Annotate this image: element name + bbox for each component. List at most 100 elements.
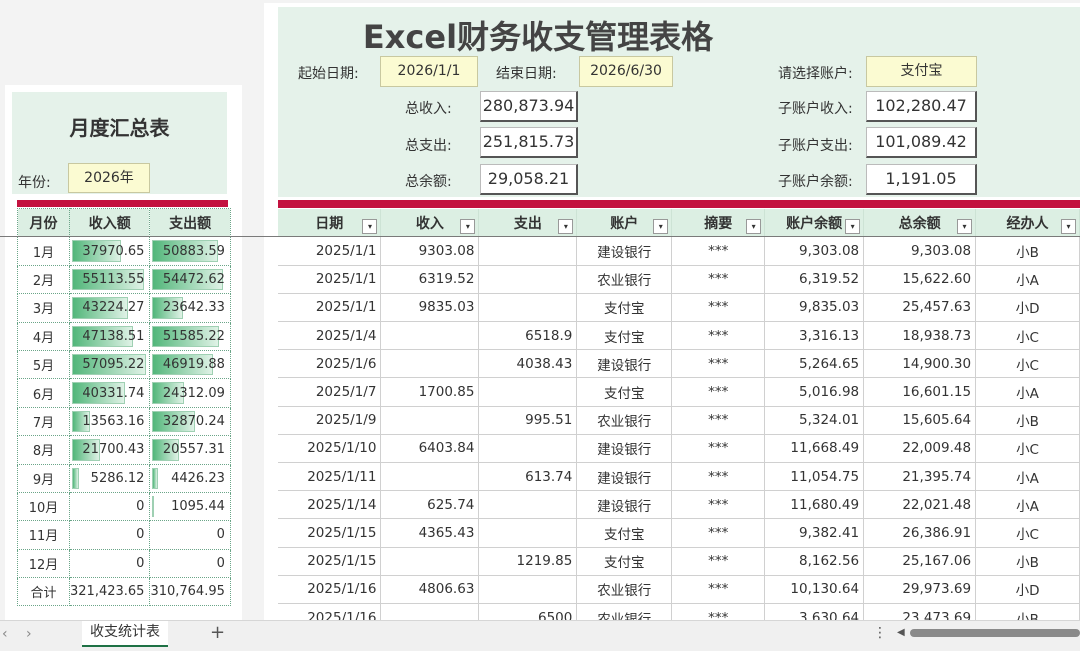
start-date-input[interactable]: 2026/1/1 [380,56,478,87]
cell-total-balance[interactable]: 29,973.69 [863,575,977,604]
end-date-input[interactable]: 2026/6/30 [579,56,673,87]
header-month[interactable]: 月份 [17,207,70,238]
month-cell[interactable]: 3月 [17,293,70,323]
expense-cell[interactable]: 4426.23 [149,463,231,493]
column-header-account[interactable]: 账户 ▾ [576,209,673,237]
cell-handler[interactable]: 小C [975,321,1080,351]
cell-total-balance[interactable]: 26,386.91 [863,518,977,548]
column-header-expense[interactable]: 支出 ▾ [478,209,578,237]
month-cell[interactable]: 7月 [17,406,70,437]
sub-expense-value[interactable]: 101,089.42 [866,127,977,158]
income-cell[interactable]: 21700.43 [68,435,151,465]
cell-account[interactable]: 建设银行 [576,490,673,520]
cell-summary[interactable]: *** [671,434,766,464]
cell-account[interactable]: 支付宝 [576,321,673,351]
expense-cell[interactable]: 50883.59 [149,236,231,266]
cell-income[interactable]: 9835.03 [380,293,480,323]
cell-date[interactable]: 2025/1/10 [278,434,382,464]
cell-date[interactable]: 2025/1/9 [278,406,382,435]
expense-cell[interactable]: 0 [149,520,231,550]
cell-expense[interactable]: 1219.85 [478,547,578,576]
cell-date[interactable]: 2025/1/6 [278,349,382,379]
cell-summary[interactable]: *** [671,377,766,407]
cell-expense[interactable] [478,490,578,520]
cell-account[interactable]: 支付宝 [576,518,673,548]
cell-account[interactable]: 农业银行 [576,265,673,294]
more-vertical-icon[interactable]: ⋮ [873,625,887,641]
cell-summary[interactable]: *** [671,237,766,266]
cell-total-balance[interactable]: 15,622.60 [863,265,977,294]
filter-dropdown-icon[interactable]: ▾ [362,219,378,234]
cell-account-balance[interactable]: 11,668.49 [764,434,865,464]
cell-account-balance[interactable]: 3,316.13 [764,321,865,351]
expense-cell[interactable]: 54472.62 [149,264,231,295]
column-header-total-balance[interactable]: 总余额 ▾ [863,209,977,237]
expense-cell[interactable]: 0 [149,548,231,579]
filter-dropdown-icon[interactable]: ▾ [746,219,762,234]
cell-summary[interactable]: *** [671,293,766,323]
expense-cell[interactable]: 51585.22 [149,321,231,351]
account-select[interactable]: 支付宝 [866,56,977,87]
month-cell[interactable]: 9月 [17,463,70,493]
income-cell[interactable]: 55113.55 [68,264,151,295]
cell-income[interactable] [380,547,480,576]
total-balance-value[interactable]: 29,058.21 [480,164,578,195]
filter-dropdown-icon[interactable]: ▾ [957,219,973,234]
cell-expense[interactable]: 995.51 [478,406,578,435]
month-cell[interactable]: 4月 [17,321,70,351]
cell-account-balance[interactable]: 9,835.03 [764,293,865,323]
total-expense-value[interactable]: 251,815.73 [480,127,578,158]
cell-income[interactable]: 4806.63 [380,575,480,604]
filter-dropdown-icon[interactable]: ▾ [460,219,476,234]
income-cell[interactable]: 37970.65 [68,236,151,266]
cell-income[interactable]: 625.74 [380,490,480,520]
month-cell[interactable]: 2月 [17,264,70,295]
cell-handler[interactable]: 小D [975,575,1080,604]
cell-total-balance[interactable]: 9,303.08 [863,237,977,266]
cell-account[interactable]: 建设银行 [576,434,673,464]
month-cell[interactable]: 10月 [17,491,70,522]
total-label[interactable]: 合计 [17,577,70,607]
cell-income[interactable]: 4365.43 [380,518,480,548]
cell-income[interactable] [380,349,480,379]
cell-account-balance[interactable]: 5,016.98 [764,377,865,407]
column-header-handler[interactable]: 经办人 ▾ [975,209,1080,237]
cell-account[interactable]: 建设银行 [576,349,673,379]
expense-cell[interactable]: 20557.31 [149,435,231,465]
cell-handler[interactable]: 小D [975,293,1080,323]
cell-summary[interactable]: *** [671,265,766,294]
cell-account-balance[interactable]: 5,264.65 [764,349,865,379]
income-cell[interactable]: 0 [68,491,151,522]
income-cell[interactable]: 13563.16 [68,406,151,437]
cell-expense[interactable] [478,518,578,548]
cell-summary[interactable]: *** [671,321,766,351]
cell-income[interactable]: 6319.52 [380,265,480,294]
cell-expense[interactable] [478,293,578,323]
cell-summary[interactable]: *** [671,406,766,435]
column-header-date[interactable]: 日期 ▾ [278,209,382,237]
expense-cell[interactable]: 46919.88 [149,349,231,380]
expense-cell[interactable]: 32870.24 [149,406,231,437]
income-cell[interactable]: 5286.12 [68,463,151,493]
month-cell[interactable]: 1月 [17,236,70,266]
cell-income[interactable]: 9303.08 [380,237,480,266]
sheet-tab-active[interactable]: 收支统计表 [82,621,168,647]
cell-date[interactable]: 2025/1/4 [278,321,382,351]
month-cell[interactable]: 6月 [17,378,70,408]
cell-income[interactable]: 1700.85 [380,377,480,407]
cell-account-balance[interactable]: 6,319.52 [764,265,865,294]
total-expense[interactable]: 310,764.95 [149,577,231,607]
cell-account-balance[interactable]: 5,324.01 [764,406,865,435]
income-cell[interactable]: 40331.74 [68,378,151,408]
cell-account[interactable]: 支付宝 [576,547,673,576]
plus-icon[interactable]: + [210,622,225,643]
cell-account-balance[interactable]: 9,382.41 [764,518,865,548]
cell-handler[interactable]: 小B [975,547,1080,576]
cell-expense[interactable]: 613.74 [478,462,578,492]
cell-income[interactable] [380,406,480,435]
cell-total-balance[interactable]: 16,601.15 [863,377,977,407]
cell-total-balance[interactable]: 25,167.06 [863,547,977,576]
cell-total-balance[interactable]: 21,395.74 [863,462,977,492]
cell-expense[interactable]: 6518.9 [478,321,578,351]
cell-account-balance[interactable]: 8,162.56 [764,547,865,576]
